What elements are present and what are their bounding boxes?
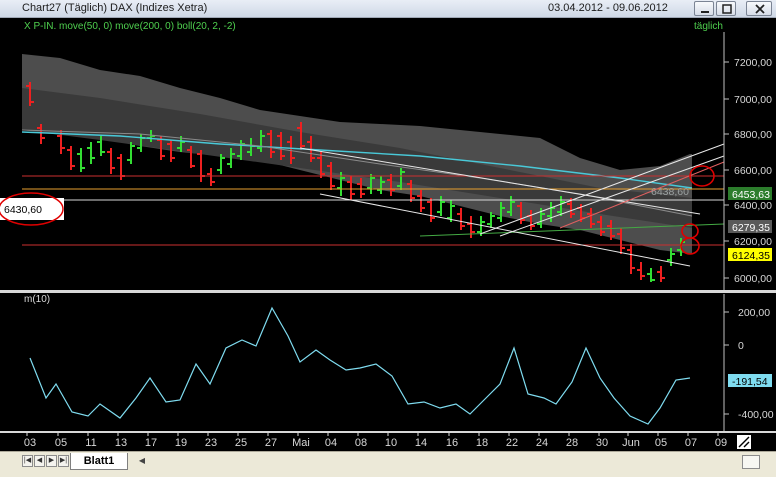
date-tick-label: 13 — [115, 437, 127, 449]
svg-text:-191,54: -191,54 — [732, 376, 768, 388]
close-button[interactable] — [746, 1, 772, 16]
price-tick-label: 6800,00 — [734, 129, 772, 141]
date-tick-label: 30 — [596, 437, 608, 449]
date-tick-label: 28 — [566, 437, 578, 449]
date-tick-label: 09 — [715, 437, 727, 449]
momentum-line — [29, 306, 691, 425]
price-badge-low: 6124,35 — [728, 248, 772, 262]
maximize-icon — [722, 4, 732, 14]
price-tick-label: 7000,00 — [734, 94, 772, 106]
horizontal-line-label: 6438,60 — [651, 186, 689, 198]
date-tick-label: 24 — [536, 437, 548, 449]
momentum-label: m(10) — [24, 294, 50, 305]
nav-last-icon[interactable]: ▶| — [58, 455, 69, 467]
date-tick-label: 10 — [385, 437, 397, 449]
date-axis: 03 05 11 13 17 19 23 25 27 Mai 04 08 10 14 16 18 22 24 28 3… — [24, 432, 727, 449]
date-tick-label: 14 — [415, 437, 427, 449]
date-tick-label: 05 — [655, 437, 667, 449]
date-tick-label: Mai — [292, 437, 310, 449]
indicator-header: X P-IN. move(50, 0) move(200, 0) boll(20… — [24, 21, 236, 32]
panel-divider[interactable] — [0, 290, 776, 293]
price-badge-ma: 6279,35 — [728, 220, 772, 234]
momentum-tick-label: 200,00 — [738, 307, 770, 319]
nav-next-icon[interactable]: ▶ — [46, 455, 57, 467]
date-axis-edge-icon[interactable] — [737, 435, 751, 449]
date-tick-label: 25 — [235, 437, 247, 449]
price-tick-label: 6000,00 — [734, 273, 772, 285]
chart-canvas[interactable]: X P-IN. move(50, 0) move(200, 0) boll(20… — [0, 18, 776, 458]
svg-text:6453,63: 6453,63 — [732, 189, 770, 201]
chart-window[interactable]: X P-IN. move(50, 0) move(200, 0) boll(20… — [0, 18, 776, 458]
price-tick-label: 7200,00 — [734, 57, 772, 69]
date-tick-label: 16 — [446, 437, 458, 449]
momentum-axis: 200,00 0 -400,00 — [724, 307, 774, 421]
price-tick-label: 6600,00 — [734, 165, 772, 177]
date-tick-label: 18 — [476, 437, 488, 449]
date-tick-label: 08 — [355, 437, 367, 449]
date-tick-label: 03 — [24, 437, 36, 449]
date-tick-label: 07 — [685, 437, 697, 449]
sheet-bar: |◀ ◀ ▶ ▶| Blatt1 ◀ — [0, 451, 776, 477]
scroll-left-icon[interactable]: ◀ — [136, 455, 148, 467]
horizontal-scroll-thumb[interactable] — [742, 455, 760, 469]
maximize-button[interactable] — [716, 1, 736, 16]
date-tick-label: 05 — [55, 437, 67, 449]
minimize-button[interactable] — [694, 1, 714, 16]
svg-text:6124,35: 6124,35 — [732, 250, 770, 262]
minimize-icon — [701, 11, 709, 13]
sheet-tab-blatt1[interactable]: Blatt1 — [70, 453, 128, 470]
window-title: Chart27 (Täglich) DAX (Indizes Xetra) — [22, 2, 208, 14]
price-tick-label: 6200,00 — [734, 236, 772, 248]
title-bar: Chart27 (Täglich) DAX (Indizes Xetra) 03… — [0, 0, 776, 18]
date-tick-label: 27 — [265, 437, 277, 449]
price-tick-label: 6400,00 — [734, 200, 772, 212]
date-tick-label: 17 — [145, 437, 157, 449]
date-tick-label: 23 — [205, 437, 217, 449]
momentum-badge: -191,54 — [728, 374, 772, 388]
nav-first-icon[interactable]: |◀ — [22, 455, 33, 467]
date-tick-label: Jun — [622, 437, 640, 449]
momentum-tick-label: -400,00 — [738, 409, 774, 421]
date-tick-label: 04 — [325, 437, 337, 449]
date-tick-label: 22 — [506, 437, 518, 449]
period-label: täglich — [694, 21, 723, 32]
date-tick-label: 11 — [85, 437, 96, 449]
momentum-tick-label: 0 — [738, 340, 744, 352]
price-badge-close: 6453,63 — [728, 187, 772, 201]
nav-prev-icon[interactable]: ◀ — [34, 455, 45, 467]
date-range: 03.04.2012 - 09.06.2012 — [548, 2, 668, 14]
close-icon — [755, 4, 765, 14]
date-tick-label: 19 — [175, 437, 187, 449]
svg-text:6279,35: 6279,35 — [732, 222, 770, 234]
svg-text:6430,60: 6430,60 — [4, 204, 42, 216]
